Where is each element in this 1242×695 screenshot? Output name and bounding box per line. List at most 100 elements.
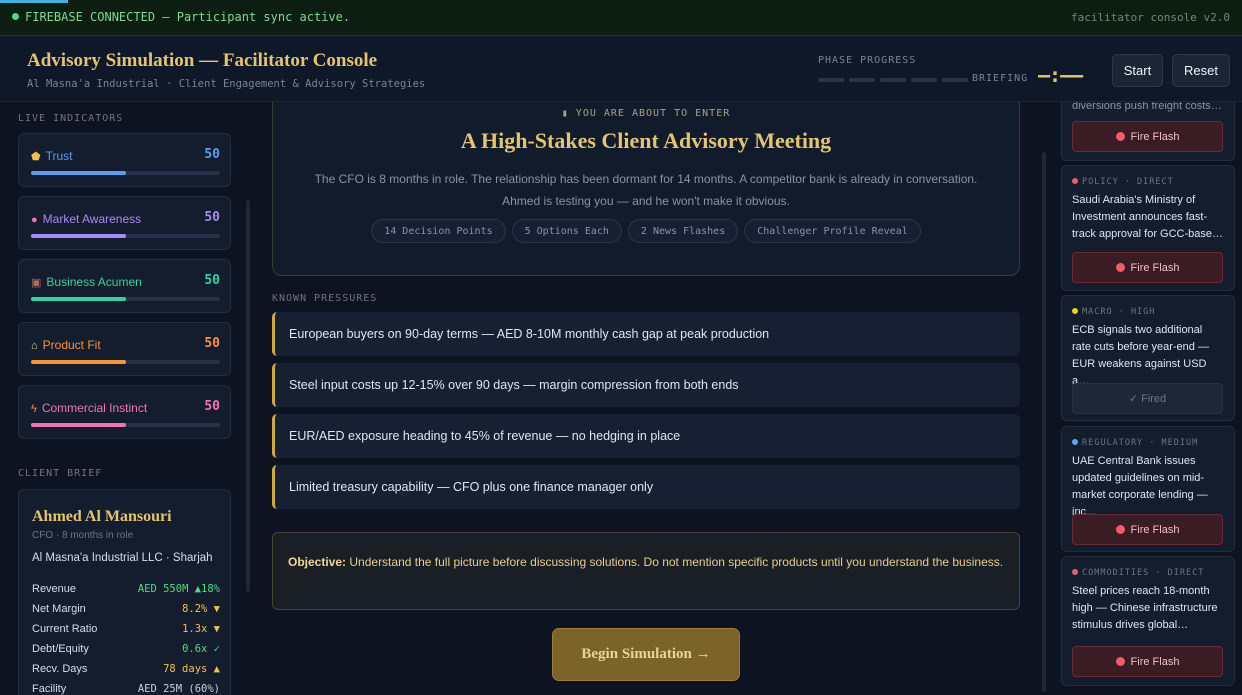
- brain-icon: ●: [31, 214, 38, 226]
- news-meta: COMMODITIES · DIRECT: [1072, 568, 1204, 578]
- news-meta: REGULATORY · MEDIUM: [1072, 438, 1198, 448]
- metric-value: 1.3x ▼: [182, 623, 220, 635]
- indicator-track: [31, 234, 220, 238]
- metric-receivable-days: Recv. Days 78 days ▲: [32, 663, 220, 681]
- metric-facility: Facility AED 25M (60%): [32, 683, 220, 695]
- news-headline: diversions push freight costs…: [1072, 102, 1222, 112]
- objective-label: Objective:: [288, 555, 347, 569]
- news-category: POLICY · DIRECT: [1082, 177, 1174, 187]
- phase-segment: [911, 78, 937, 82]
- fire-flash-label: Fire Flash: [1130, 523, 1180, 536]
- phase-progress-bar: [818, 78, 968, 82]
- fire-flash-label: Fire Flash: [1130, 130, 1180, 143]
- pressure-item: Limited treasury capability — CFO plus o…: [272, 465, 1020, 509]
- intro-card: ▮ YOU ARE ABOUT TO ENTER A High-Stakes C…: [272, 102, 1020, 276]
- left-panel: LIVE INDICATORS ⬟ Trust 50 ● Market Awaren…: [0, 102, 250, 695]
- metric-label: Current Ratio: [32, 623, 98, 635]
- chip-news-flashes: 2 News Flashes: [627, 219, 739, 243]
- known-pressures-label: KNOWN PRESSURES: [272, 293, 378, 304]
- indicator-fill: [31, 234, 126, 238]
- indicator-track: [31, 297, 220, 301]
- main-content: ▮ YOU ARE ABOUT TO ENTER A High-Stakes C…: [250, 102, 1042, 695]
- reset-button[interactable]: Reset: [1172, 54, 1230, 87]
- metric-debt-equity: Debt/Equity 0.6x ✓: [32, 643, 220, 661]
- news-category: REGULATORY · MEDIUM: [1082, 438, 1199, 448]
- flame-icon: [1115, 132, 1125, 141]
- metric-net-margin: Net Margin 8.2% ▼: [32, 603, 220, 621]
- live-indicators-label: LIVE INDICATORS: [18, 113, 124, 124]
- phase-segment: [942, 78, 968, 82]
- fire-flash-label: Fire Flash: [1130, 655, 1180, 668]
- category-dot-icon: [1072, 178, 1078, 184]
- news-card: diversions push freight costs… Fire Flas…: [1061, 102, 1235, 161]
- news-card: MACRO · HIGH ECB signals two additional …: [1061, 295, 1235, 421]
- metric-label: Debt/Equity: [32, 643, 89, 655]
- indicator-track: [31, 360, 220, 364]
- news-headline: Steel prices reach 18-month high — Chine…: [1072, 585, 1218, 631]
- indicator-label: Commercial Instinct: [41, 401, 148, 415]
- fire-flash-button[interactable]: Fire Flash: [1072, 514, 1223, 545]
- category-dot-icon: [1072, 439, 1078, 445]
- intro-eyebrow: ▮ YOU ARE ABOUT TO ENTER: [273, 108, 1019, 119]
- metric-value: 8.2% ▼: [182, 603, 220, 615]
- news-category: COMMODITIES · DIRECT: [1082, 568, 1205, 578]
- briefcase-icon: ▣: [31, 277, 42, 289]
- fired-status-button[interactable]: ✓ Fired: [1072, 383, 1223, 414]
- metric-label: Recv. Days: [32, 663, 88, 675]
- metric-value: 0.6x ✓: [182, 643, 220, 655]
- phase-segment: [818, 78, 844, 82]
- indicator-trust: ⬟ Trust 50: [18, 133, 231, 187]
- news-category: MACRO · HIGH: [1082, 307, 1156, 317]
- indicator-value: 50: [204, 147, 220, 162]
- objective-box: Objective: Understand the full picture b…: [272, 532, 1020, 610]
- intro-chips: 14 Decision Points 5 Options Each 2 News…: [273, 219, 1019, 243]
- indicator-label: Market Awareness: [42, 212, 142, 226]
- news-card: COMMODITIES · DIRECT Steel prices reach …: [1061, 556, 1235, 686]
- pressure-item: European buyers on 90-day terms — AED 8-…: [272, 312, 1020, 356]
- news-card: REGULATORY · MEDIUM UAE Central Bank iss…: [1061, 426, 1235, 552]
- current-phase: BRIEFING: [972, 73, 1029, 84]
- page-subtitle: Al Masna'a Industrial · Client Engagemen…: [27, 78, 426, 90]
- objective-text: Understand the full picture before discu…: [349, 555, 1004, 569]
- indicator-track: [31, 171, 220, 175]
- connection-status: FIREBASE CONNECTED — Participant sync ac…: [12, 10, 350, 24]
- start-button[interactable]: Start: [1112, 54, 1163, 87]
- metric-current-ratio: Current Ratio 1.3x ▼: [32, 623, 220, 641]
- begin-simulation-button[interactable]: Begin Simulation →: [552, 628, 740, 681]
- metric-value: AED 25M (60%): [137, 683, 220, 695]
- indicator-fill: [31, 171, 126, 175]
- bank-icon: ⌂: [31, 340, 38, 352]
- app-header: Advisory Simulation — Facilitator Consol…: [0, 36, 1242, 102]
- chip-challenger-profile: Challenger Profile Reveal: [744, 219, 921, 243]
- indicator-label: Trust: [45, 149, 73, 163]
- metric-label: Net Margin: [32, 603, 86, 615]
- tab-accent: [0, 0, 68, 3]
- indicator-business-acumen: ▣ Business Acumen 50: [18, 259, 231, 313]
- connection-status-text: FIREBASE CONNECTED — Participant sync ac…: [25, 10, 351, 24]
- fire-flash-button[interactable]: Fire Flash: [1072, 646, 1223, 677]
- connection-status-bar: FIREBASE CONNECTED — Participant sync ac…: [0, 0, 1242, 36]
- fire-flash-button[interactable]: Fire Flash: [1072, 121, 1223, 152]
- news-meta: POLICY · DIRECT: [1072, 177, 1174, 187]
- indicator-value: 50: [204, 210, 220, 225]
- news-card: POLICY · DIRECT Saudi Arabia's Ministry …: [1061, 165, 1235, 291]
- indicator-track: [31, 423, 220, 427]
- news-headline: UAE Central Bank issues updated guidelin…: [1072, 455, 1208, 518]
- indicator-fill: [31, 360, 126, 364]
- fire-flash-label: Fire Flash: [1130, 261, 1180, 274]
- page-title: Advisory Simulation — Facilitator Consol…: [27, 50, 378, 71]
- pressure-item: EUR/AED exposure heading to 45% of reven…: [272, 414, 1020, 458]
- flame-icon: [1115, 263, 1125, 272]
- metric-value: 78 days ▲: [163, 663, 220, 675]
- metric-label: Facility: [32, 683, 67, 695]
- client-role: CFO · 8 months in role: [32, 530, 134, 541]
- fire-flash-button[interactable]: Fire Flash: [1072, 252, 1223, 283]
- indicator-product-fit: ⌂ Product Fit 50: [18, 322, 231, 376]
- phase-segment: [880, 78, 906, 82]
- intro-eyebrow-text: YOU ARE ABOUT TO ENTER: [575, 108, 731, 119]
- client-brief-card: Ahmed Al Mansouri CFO · 8 months in role…: [18, 489, 231, 695]
- indicator-label: Business Acumen: [46, 275, 142, 289]
- indicator-value: 50: [204, 273, 220, 288]
- flame-icon: [1115, 525, 1125, 534]
- client-brief-label: CLIENT BRIEF: [18, 468, 103, 479]
